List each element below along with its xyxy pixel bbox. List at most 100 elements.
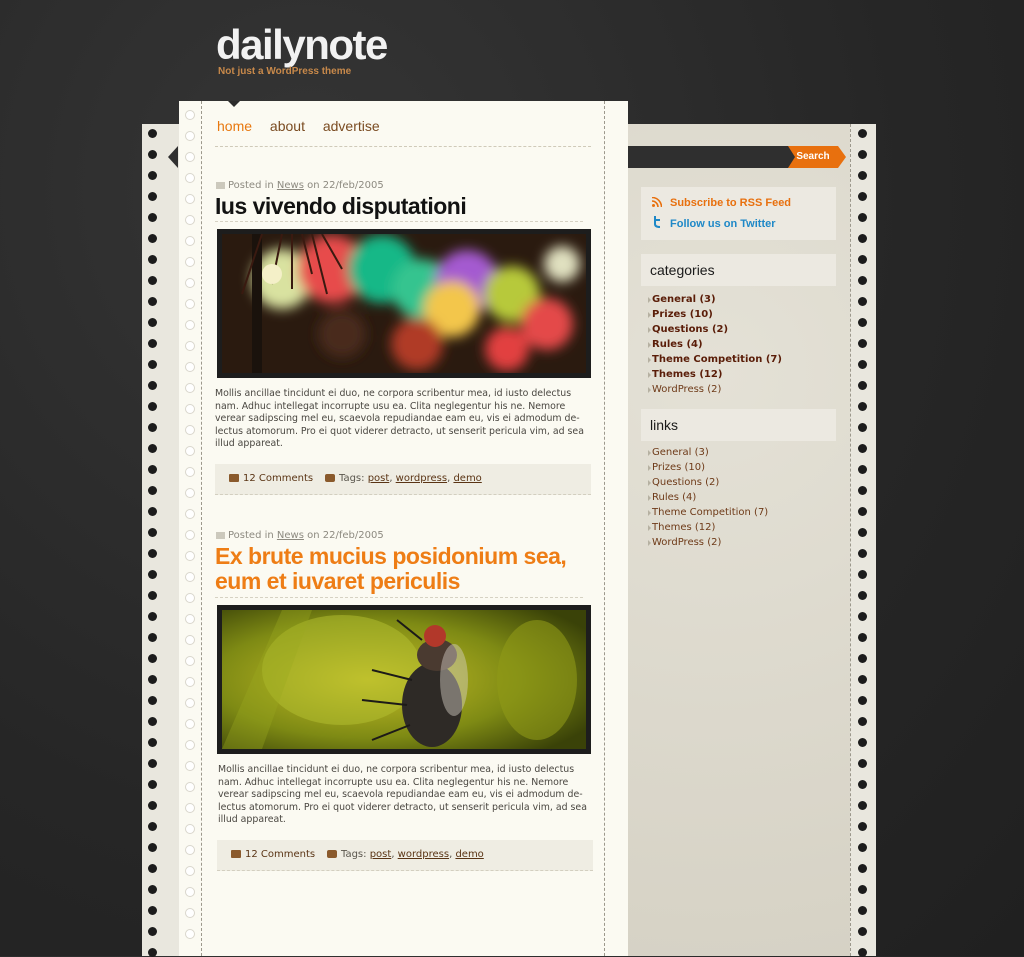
perforation-hole xyxy=(858,129,867,138)
perforation-hole xyxy=(148,276,157,285)
perforation-hole xyxy=(148,612,157,621)
category-item[interactable]: Rules (4) xyxy=(648,337,782,352)
perforation-hole xyxy=(858,927,867,936)
perforation-hole xyxy=(858,549,867,558)
dashed-guide xyxy=(604,101,605,956)
perforation-hole xyxy=(185,698,195,708)
perforation-hole xyxy=(148,423,157,432)
link-item[interactable]: Theme Competition (7) xyxy=(648,505,768,520)
perforation-hole xyxy=(858,675,867,684)
search-button[interactable]: Search xyxy=(788,146,838,168)
tag-link[interactable]: post xyxy=(370,849,392,860)
perforation-hole xyxy=(185,719,195,729)
perforation-hole xyxy=(185,509,195,519)
post-date: on 22/feb/2005 xyxy=(307,530,384,541)
perforation-hole xyxy=(858,906,867,915)
post-title[interactable]: Ius vivendo disputationi xyxy=(215,193,595,219)
perforation-hole xyxy=(185,446,195,456)
perforation-hole xyxy=(858,360,867,369)
perforation-hole xyxy=(185,803,195,813)
perforation-hole xyxy=(858,255,867,264)
nav-item-advertise[interactable]: advertise xyxy=(323,118,380,134)
rss-label: Subscribe to RSS Feed xyxy=(670,197,792,209)
post-meta-prefix: Posted in xyxy=(228,180,274,191)
perforation-hole xyxy=(185,488,195,498)
category-item[interactable]: Questions (2) xyxy=(648,322,782,337)
perforation-hole xyxy=(148,759,157,768)
search-input[interactable] xyxy=(628,146,788,168)
perforation-hole xyxy=(858,444,867,453)
tag-link[interactable]: post xyxy=(368,473,390,484)
category-item[interactable]: Themes (12) xyxy=(648,367,782,382)
twitter-follow-link[interactable]: Follow us on Twitter xyxy=(652,216,776,230)
link-item[interactable]: General (3) xyxy=(648,445,768,460)
post-meta: Posted in News on 22/feb/2005 xyxy=(216,530,384,541)
nav-item-home[interactable]: home xyxy=(217,118,252,134)
comments-link[interactable]: 12 Comments xyxy=(243,473,313,484)
perforation-hole xyxy=(185,845,195,855)
tag-link[interactable]: wordpress xyxy=(396,473,447,484)
perforation-hole xyxy=(185,362,195,372)
post-category-link[interactable]: News xyxy=(277,180,304,191)
comments-group: 12 Comments xyxy=(229,473,313,484)
perforation-hole xyxy=(148,654,157,663)
nav-pointer-icon xyxy=(228,101,240,107)
perforation-hole xyxy=(185,320,195,330)
post-category-link[interactable]: News xyxy=(277,530,304,541)
link-item[interactable]: Questions (2) xyxy=(648,475,768,490)
rss-subscribe-link[interactable]: Subscribe to RSS Feed xyxy=(651,196,792,209)
link-item[interactable]: Themes (12) xyxy=(648,520,768,535)
perforation-hole xyxy=(858,465,867,474)
perforation-hole xyxy=(148,129,157,138)
perforation-hole xyxy=(148,843,157,852)
perforation-hole xyxy=(858,213,867,222)
comments-link[interactable]: 12 Comments xyxy=(245,849,315,860)
perforation-hole xyxy=(858,780,867,789)
tag-link[interactable]: wordpress xyxy=(398,849,449,860)
category-item[interactable]: General (3) xyxy=(648,292,782,307)
category-item[interactable]: WordPress (2) xyxy=(648,382,782,397)
perforation-hole xyxy=(148,717,157,726)
perforation-hole xyxy=(858,864,867,873)
post-image[interactable] xyxy=(217,605,591,754)
perforation-hole xyxy=(858,150,867,159)
main-nav: home about advertise xyxy=(217,118,394,134)
perforation-hole xyxy=(858,612,867,621)
perforation-hole xyxy=(858,633,867,642)
post-footer: 12 Comments Tags: post, wordpress, demo xyxy=(215,464,591,495)
perforation-hole xyxy=(858,171,867,180)
post-image[interactable] xyxy=(217,229,591,378)
post-meta-prefix: Posted in xyxy=(228,530,274,541)
perforation-hole xyxy=(148,402,157,411)
perforation-hole xyxy=(185,656,195,666)
tag-link[interactable]: demo xyxy=(453,473,481,484)
calendar-icon xyxy=(216,181,225,189)
perforation-hole xyxy=(858,318,867,327)
nav-item-about[interactable]: about xyxy=(270,118,305,134)
link-item[interactable]: Rules (4) xyxy=(648,490,768,505)
perforation-hole xyxy=(148,927,157,936)
perforation-hole xyxy=(148,486,157,495)
perforation-hole xyxy=(148,885,157,894)
rss-icon xyxy=(651,196,663,208)
categories-heading: categories xyxy=(641,254,836,286)
perforation-hole xyxy=(185,257,195,267)
perforation-hole xyxy=(148,192,157,201)
perforation-hole xyxy=(185,614,195,624)
perforation-hole xyxy=(858,234,867,243)
perforation-left xyxy=(148,124,160,957)
post-title[interactable]: Ex brute mucius posidonium sea, eum et i… xyxy=(215,544,595,594)
link-item[interactable]: WordPress (2) xyxy=(648,535,768,550)
perforation-hole xyxy=(148,465,157,474)
perforation-hole xyxy=(148,570,157,579)
site-logo[interactable]: dailynote xyxy=(216,22,388,68)
category-item[interactable]: Prizes (10) xyxy=(648,307,782,322)
comment-icon xyxy=(229,474,239,482)
perforation-hole xyxy=(148,780,157,789)
site-tagline: Not just a WordPress theme xyxy=(218,66,352,77)
tag-link[interactable]: demo xyxy=(455,849,483,860)
category-item[interactable]: Theme Competition (7) xyxy=(648,352,782,367)
perforation-hole xyxy=(858,528,867,537)
link-item[interactable]: Prizes (10) xyxy=(648,460,768,475)
links-heading: links xyxy=(641,409,836,441)
